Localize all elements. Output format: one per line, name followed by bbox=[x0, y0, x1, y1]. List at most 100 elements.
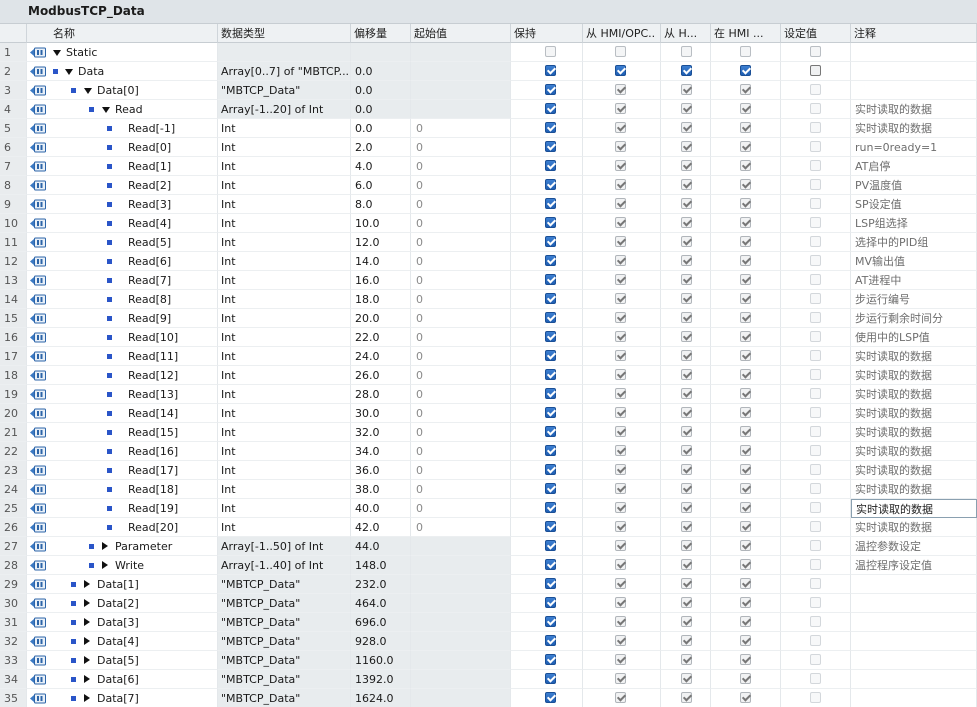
start-value-cell[interactable]: 0 bbox=[411, 499, 511, 518]
retain-checkbox[interactable] bbox=[545, 464, 556, 475]
name-cell[interactable]: Data[1] bbox=[27, 575, 218, 594]
accessible-checkbox[interactable] bbox=[615, 255, 626, 266]
type-cell[interactable]: Int bbox=[218, 138, 351, 157]
table-row[interactable]: 13 Read[7] Int 16.0 0 AT进程中 bbox=[0, 271, 977, 290]
writable-checkbox[interactable] bbox=[681, 331, 692, 342]
writable-checkbox[interactable] bbox=[681, 179, 692, 190]
visible-checkbox[interactable] bbox=[740, 236, 751, 247]
retain-checkbox[interactable] bbox=[545, 236, 556, 247]
setpoint-checkbox[interactable] bbox=[810, 160, 821, 171]
visible-checkbox[interactable] bbox=[740, 597, 751, 608]
visible-checkbox[interactable] bbox=[740, 198, 751, 209]
writable-checkbox[interactable] bbox=[681, 65, 692, 76]
setpoint-checkbox[interactable] bbox=[810, 350, 821, 361]
retain-checkbox[interactable] bbox=[545, 198, 556, 209]
header-setpoint[interactable]: 设定值 bbox=[781, 24, 851, 43]
table-row[interactable]: 21 Read[15] Int 32.0 0 实时读取的数据 bbox=[0, 423, 977, 442]
visible-checkbox[interactable] bbox=[740, 122, 751, 133]
comment-cell[interactable] bbox=[851, 594, 977, 613]
accessible-checkbox[interactable] bbox=[615, 103, 626, 114]
retain-checkbox[interactable] bbox=[545, 84, 556, 95]
visible-checkbox[interactable] bbox=[740, 616, 751, 627]
comment-cell[interactable]: 选择中的PID组 bbox=[851, 233, 977, 252]
start-value-cell[interactable]: 0 bbox=[411, 404, 511, 423]
type-cell[interactable]: Array[-1..50] of Int bbox=[218, 537, 351, 556]
start-value-cell[interactable]: 0 bbox=[411, 176, 511, 195]
visible-checkbox[interactable] bbox=[740, 179, 751, 190]
type-cell[interactable]: Int bbox=[218, 385, 351, 404]
table-row[interactable]: 6 Read[0] Int 2.0 0 run=0ready=1 bbox=[0, 138, 977, 157]
accessible-checkbox[interactable] bbox=[615, 331, 626, 342]
visible-checkbox[interactable] bbox=[740, 350, 751, 361]
accessible-checkbox[interactable] bbox=[615, 559, 626, 570]
writable-checkbox[interactable] bbox=[681, 597, 692, 608]
retain-checkbox[interactable] bbox=[545, 122, 556, 133]
type-cell[interactable]: Int bbox=[218, 252, 351, 271]
writable-checkbox[interactable] bbox=[681, 654, 692, 665]
visible-checkbox[interactable] bbox=[740, 388, 751, 399]
writable-checkbox[interactable] bbox=[681, 312, 692, 323]
start-value-cell[interactable]: 0 bbox=[411, 271, 511, 290]
accessible-checkbox[interactable] bbox=[615, 464, 626, 475]
comment-cell[interactable]: AT启停 bbox=[851, 157, 977, 176]
start-value-cell[interactable]: 0 bbox=[411, 385, 511, 404]
accessible-checkbox[interactable] bbox=[615, 160, 626, 171]
visible-checkbox[interactable] bbox=[740, 578, 751, 589]
accessible-checkbox[interactable] bbox=[615, 502, 626, 513]
header-start-value[interactable]: 起始值 bbox=[411, 24, 511, 43]
visible-checkbox[interactable] bbox=[740, 255, 751, 266]
accessible-checkbox[interactable] bbox=[615, 388, 626, 399]
retain-checkbox[interactable] bbox=[545, 426, 556, 437]
retain-checkbox[interactable] bbox=[545, 673, 556, 684]
start-value-cell[interactable]: 0 bbox=[411, 309, 511, 328]
table-row[interactable]: 27 Parameter Array[-1..50] of Int 44.0 温控参数设… bbox=[0, 537, 977, 556]
comment-cell[interactable] bbox=[851, 632, 977, 651]
retain-checkbox[interactable] bbox=[545, 407, 556, 418]
visible-checkbox[interactable] bbox=[740, 65, 751, 76]
writable-checkbox[interactable] bbox=[681, 692, 692, 703]
name-cell[interactable]: Parameter bbox=[27, 537, 218, 556]
comment-cell[interactable]: 实时读取的数据 bbox=[851, 518, 977, 537]
setpoint-checkbox[interactable] bbox=[810, 540, 821, 551]
visible-checkbox[interactable] bbox=[740, 141, 751, 152]
expand-arrow-icon[interactable] bbox=[84, 675, 90, 683]
start-value-cell[interactable] bbox=[411, 81, 511, 100]
type-cell[interactable]: Int bbox=[218, 442, 351, 461]
accessible-checkbox[interactable] bbox=[615, 122, 626, 133]
setpoint-checkbox[interactable] bbox=[810, 293, 821, 304]
type-cell[interactable]: "MBTCP_Data" bbox=[218, 651, 351, 670]
retain-checkbox[interactable] bbox=[545, 331, 556, 342]
name-cell[interactable]: Read[20] bbox=[27, 518, 218, 537]
writable-checkbox[interactable] bbox=[681, 578, 692, 589]
name-cell[interactable]: Read[17] bbox=[27, 461, 218, 480]
accessible-checkbox[interactable] bbox=[615, 578, 626, 589]
name-cell[interactable]: Read[-1] bbox=[27, 119, 218, 138]
expand-arrow-icon[interactable] bbox=[102, 561, 108, 569]
accessible-checkbox[interactable] bbox=[615, 616, 626, 627]
setpoint-checkbox[interactable] bbox=[810, 388, 821, 399]
start-value-cell[interactable] bbox=[411, 43, 511, 62]
header-type[interactable]: 数据类型 bbox=[218, 24, 351, 43]
table-row[interactable]: 28 Write Array[-1..40] of Int 148.0 温控程序设定值 bbox=[0, 556, 977, 575]
start-value-cell[interactable]: 0 bbox=[411, 423, 511, 442]
setpoint-checkbox[interactable] bbox=[810, 198, 821, 209]
table-row[interactable]: 31 Data[3] "MBTCP_Data" 696.0 bbox=[0, 613, 977, 632]
setpoint-checkbox[interactable] bbox=[810, 217, 821, 228]
writable-checkbox[interactable] bbox=[681, 274, 692, 285]
setpoint-checkbox[interactable] bbox=[810, 616, 821, 627]
name-cell[interactable]: Read[7] bbox=[27, 271, 218, 290]
visible-checkbox[interactable] bbox=[740, 103, 751, 114]
header-offset[interactable]: 偏移量 bbox=[351, 24, 411, 43]
comment-cell[interactable]: 实时读取的数据 bbox=[851, 119, 977, 138]
accessible-checkbox[interactable] bbox=[615, 654, 626, 665]
visible-checkbox[interactable] bbox=[740, 483, 751, 494]
writable-checkbox[interactable] bbox=[681, 388, 692, 399]
setpoint-checkbox[interactable] bbox=[810, 236, 821, 247]
name-cell[interactable]: Read bbox=[27, 100, 218, 119]
comment-cell[interactable]: 实时读取的数据 bbox=[851, 100, 977, 119]
type-cell[interactable]: Int bbox=[218, 176, 351, 195]
accessible-checkbox[interactable] bbox=[615, 141, 626, 152]
comment-cell[interactable] bbox=[851, 689, 977, 707]
start-value-cell[interactable]: 0 bbox=[411, 290, 511, 309]
writable-checkbox[interactable] bbox=[681, 122, 692, 133]
